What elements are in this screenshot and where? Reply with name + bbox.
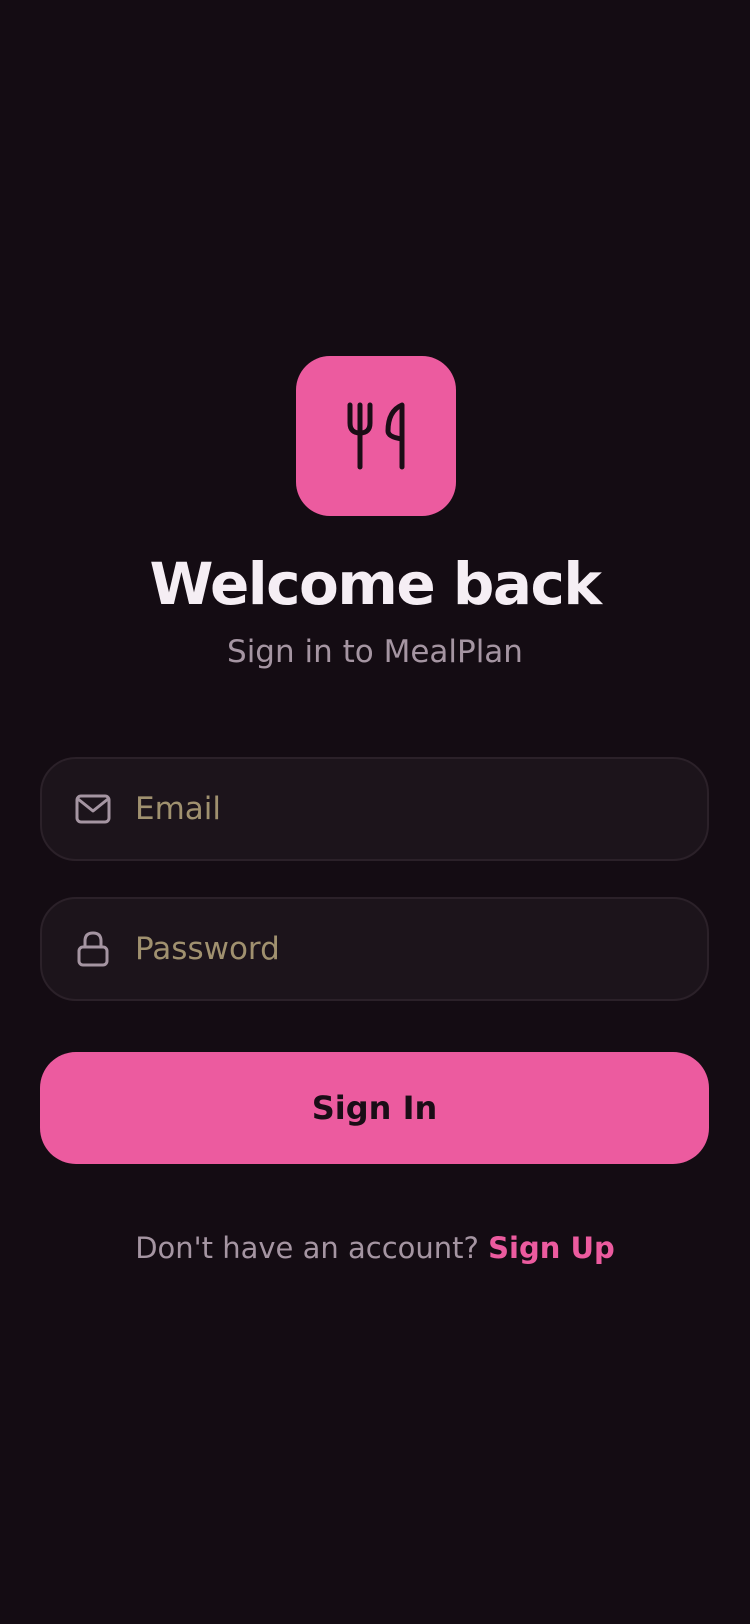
sign-up-link[interactable]: Sign Up [488, 1231, 615, 1265]
lock-icon [73, 929, 113, 969]
mail-icon [73, 789, 113, 829]
signup-prompt-text: Don't have an account? [135, 1231, 479, 1265]
login-screen: Welcome back Sign in to MealPlan Sign In… [0, 0, 750, 1624]
password-field[interactable] [40, 897, 709, 1001]
email-input[interactable] [135, 779, 707, 839]
fork-knife-icon [347, 402, 405, 470]
sign-in-button[interactable]: Sign In [40, 1052, 709, 1164]
page-subtitle: Sign in to MealPlan [227, 634, 523, 670]
password-input[interactable] [135, 919, 707, 979]
app-logo [296, 356, 456, 516]
page-title: Welcome back [149, 550, 602, 618]
email-field[interactable] [40, 757, 709, 861]
signup-prompt: Don't have an account? Sign Up [0, 1226, 750, 1270]
